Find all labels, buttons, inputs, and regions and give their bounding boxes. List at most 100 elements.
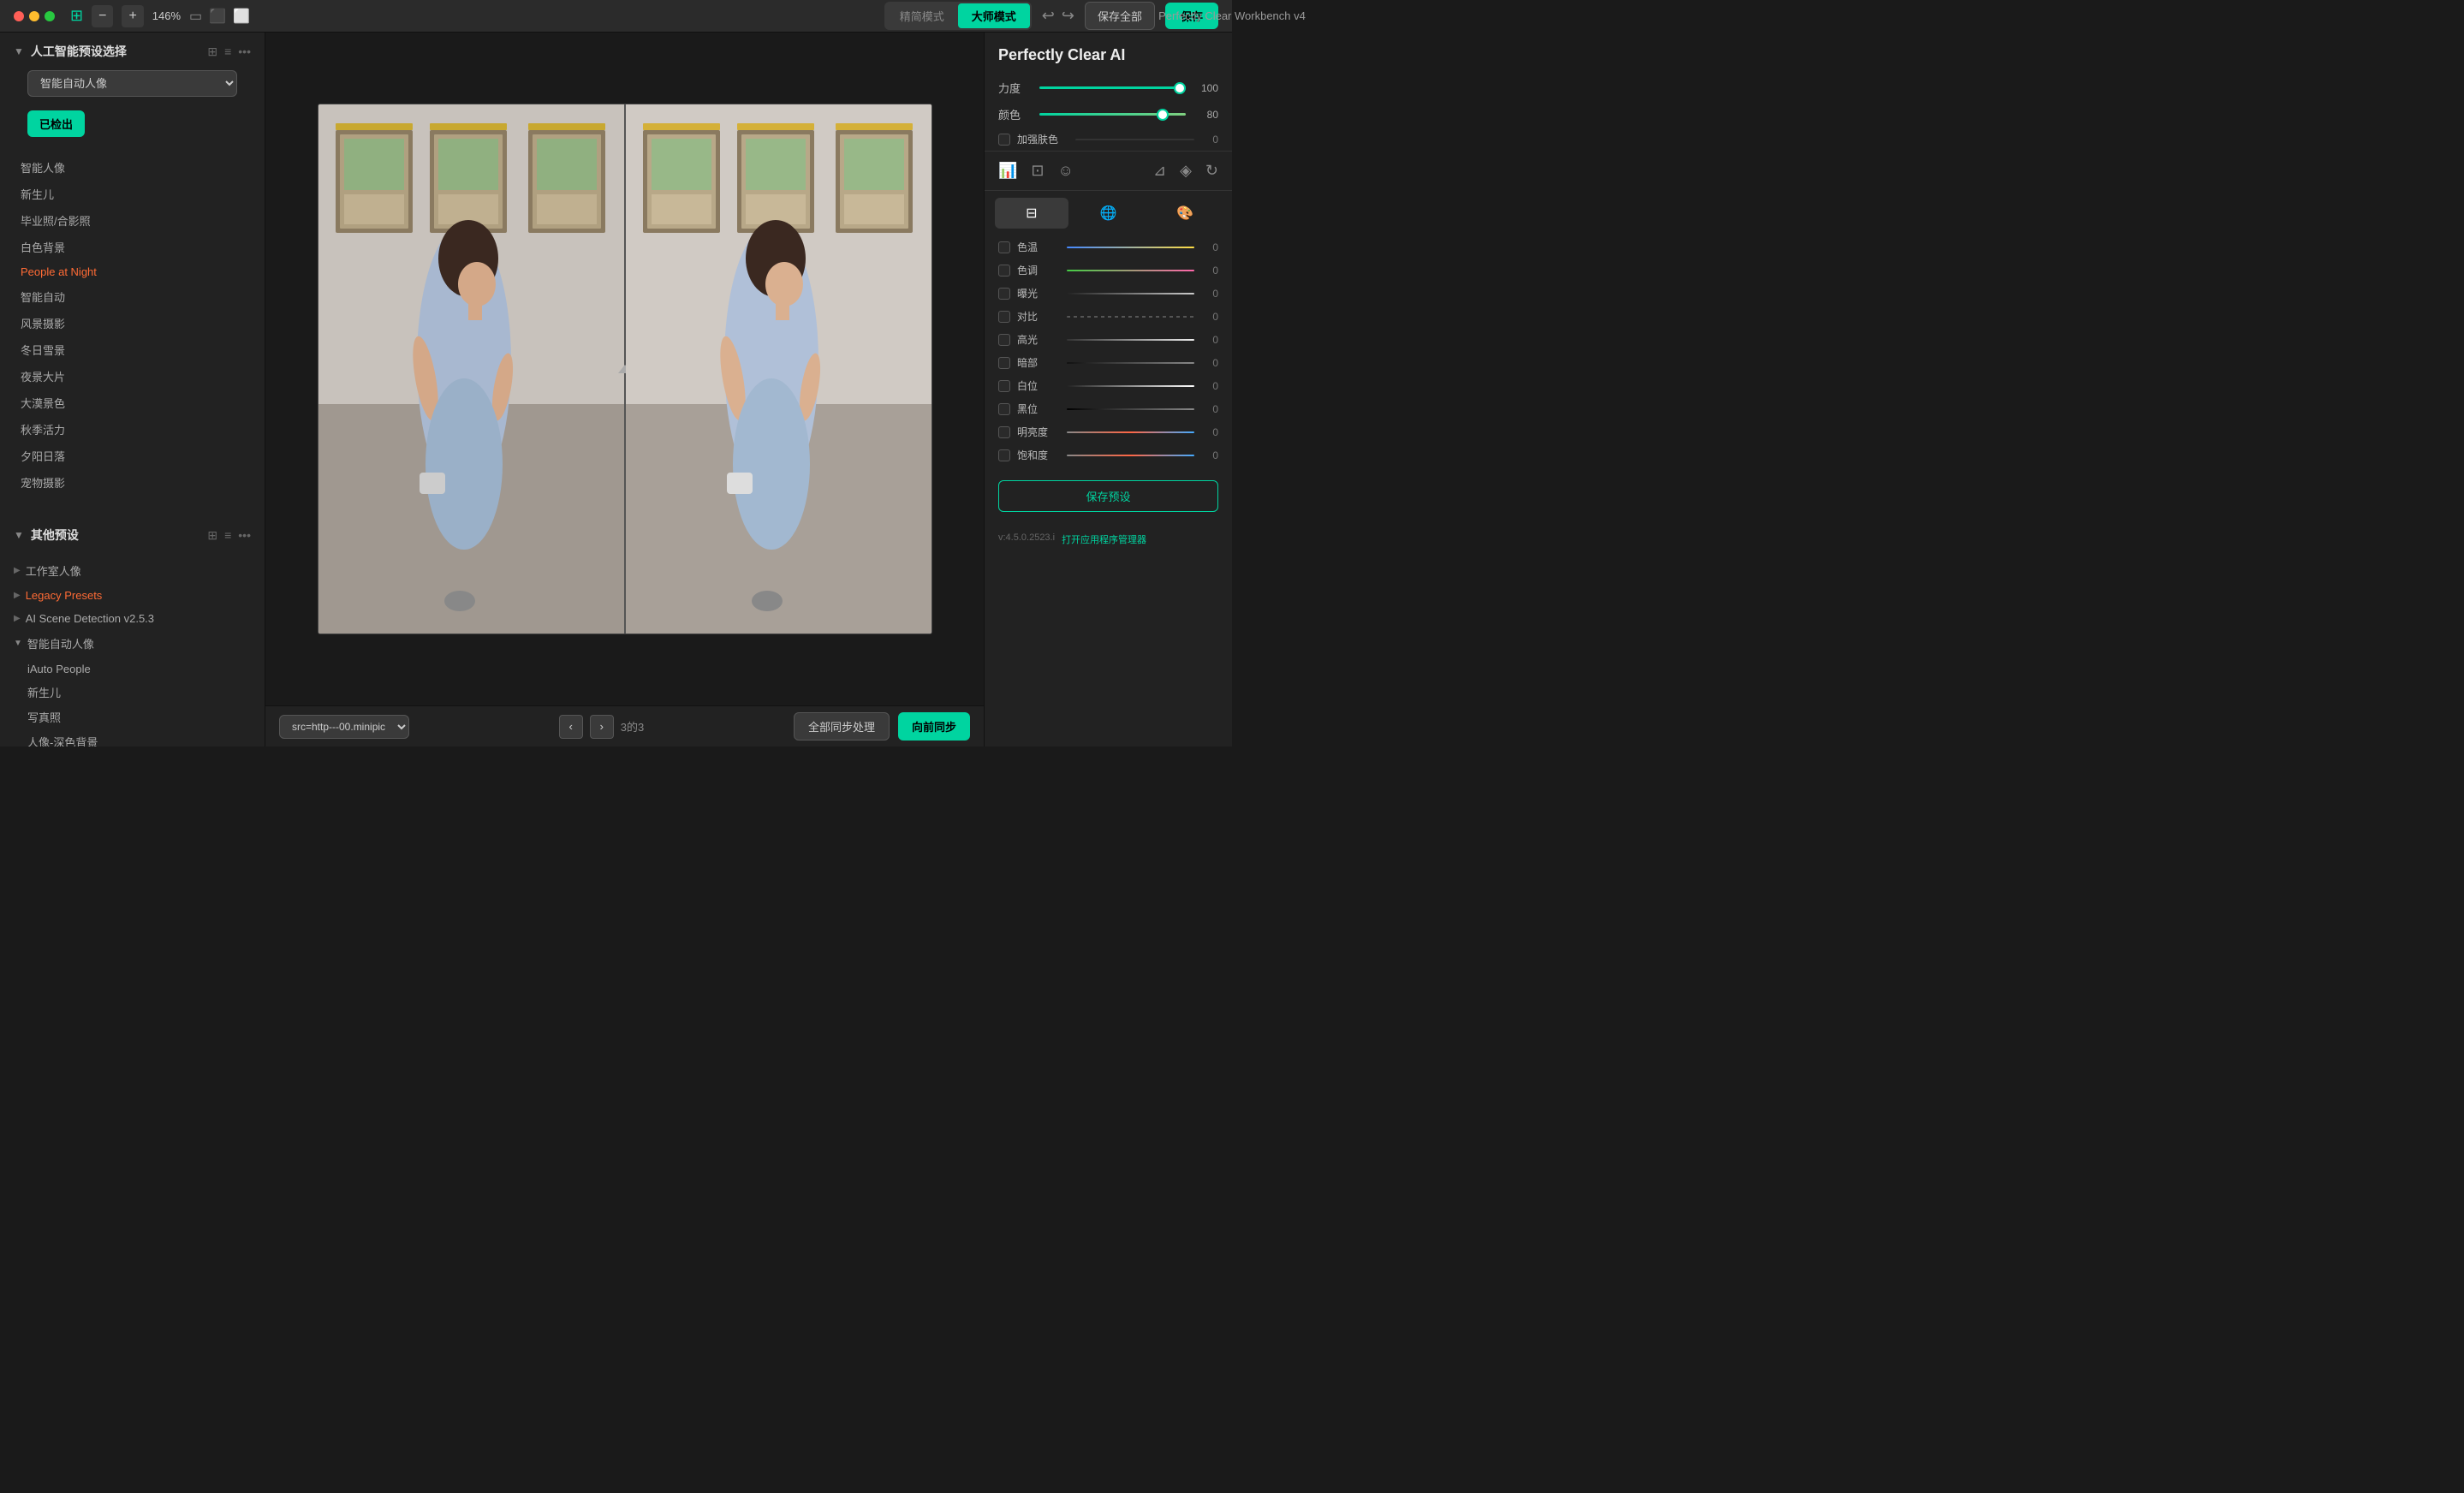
group-studio-portrait[interactable]: ▶ 工作室人像 bbox=[0, 557, 265, 584]
other-presets-list: ▶ 工作室人像 ▶ Legacy Presets ▶ AI Scene Dete… bbox=[0, 550, 265, 746]
tint-checkbox[interactable] bbox=[998, 265, 1010, 277]
other-grid-icon[interactable]: ⊞ bbox=[207, 528, 217, 543]
ai-section-icons: ⊞ ≡ ••• bbox=[207, 45, 251, 59]
strength-value: 100 bbox=[1193, 82, 1218, 94]
master-mode-button[interactable]: 大师模式 bbox=[958, 3, 1030, 28]
levels-icon[interactable]: 📊 bbox=[998, 162, 1017, 180]
sub-item-dark-bg[interactable]: 人像-深色背景 bbox=[0, 729, 265, 746]
temp-checkbox[interactable] bbox=[998, 241, 1010, 253]
redo-button[interactable]: ↪ bbox=[1062, 7, 1074, 25]
preset-item-sunset[interactable]: 夕阳日落 bbox=[0, 443, 265, 469]
zoom-in-button[interactable]: + bbox=[122, 5, 143, 27]
color-thumb[interactable] bbox=[1157, 109, 1169, 121]
preset-item-landscape[interactable]: 风景摄影 bbox=[0, 310, 265, 336]
preset-item-people-night[interactable]: People at Night bbox=[0, 260, 265, 283]
shadow-slider[interactable] bbox=[1067, 362, 1194, 364]
view-icons: ▭ ⬛ ⬜ bbox=[189, 8, 250, 25]
highlight-slider[interactable] bbox=[1067, 339, 1194, 341]
sync-forward-button[interactable]: 向前同步 bbox=[898, 712, 970, 741]
strength-slider[interactable] bbox=[1039, 86, 1186, 89]
preset-item-graduation[interactable]: 毕业照/合影照 bbox=[0, 207, 265, 234]
view-single-icon[interactable]: ▭ bbox=[189, 8, 202, 25]
expo-checkbox[interactable] bbox=[998, 288, 1010, 300]
preset-item-white-bg[interactable]: 白色背景 bbox=[0, 234, 265, 260]
highlight-checkbox[interactable] bbox=[998, 334, 1010, 346]
preset-item-newborn[interactable]: 新生儿 bbox=[0, 181, 265, 207]
grid-view-icon[interactable]: ⊞ bbox=[207, 45, 217, 59]
preset-item-smart-portrait[interactable]: 智能人像 bbox=[0, 154, 265, 181]
group-legacy-presets[interactable]: ▶ Legacy Presets bbox=[0, 584, 265, 607]
file-selector[interactable]: src=http---00.minipic bbox=[279, 715, 409, 739]
batch-sync-button[interactable]: 全部同步处理 bbox=[794, 712, 890, 741]
preset-item-pet[interactable]: 宠物摄影 bbox=[0, 469, 265, 496]
ai-section-header[interactable]: ▼ 人工智能预设选择 ⊞ ≡ ••• bbox=[0, 33, 265, 67]
black-slider[interactable] bbox=[1067, 408, 1194, 410]
contrast-slider[interactable] bbox=[1067, 316, 1194, 318]
title-bar: ⊞ − + 146% ▭ ⬛ ⬜ Perfectly Clear Workben… bbox=[0, 0, 1232, 33]
preset-item-snow[interactable]: 冬日雪景 bbox=[0, 336, 265, 363]
list-view-icon[interactable]: ≡ bbox=[224, 45, 231, 59]
enhance-skin-slider[interactable] bbox=[1075, 139, 1194, 140]
exposure-icon[interactable]: ⊿ bbox=[1153, 162, 1166, 180]
other-more-icon[interactable]: ••• bbox=[238, 528, 251, 543]
preset-item-autumn[interactable]: 秋季活力 bbox=[0, 416, 265, 443]
save-preset-button[interactable]: 保存预设 bbox=[998, 480, 1218, 512]
group-ai-scene[interactable]: ▶ AI Scene Detection v2.5.3 bbox=[0, 607, 265, 630]
undo-button[interactable]: ↩ bbox=[1042, 7, 1055, 25]
group-smart-auto-portrait[interactable]: ▼ 智能自动人像 bbox=[0, 630, 265, 657]
vibrance-checkbox[interactable] bbox=[998, 426, 1010, 438]
simple-mode-button[interactable]: 精简模式 bbox=[886, 3, 958, 28]
detected-button[interactable]: 已检出 bbox=[27, 110, 85, 137]
sub-item-portrait-photo[interactable]: 写真照 bbox=[0, 705, 265, 729]
minimize-button[interactable] bbox=[29, 11, 39, 21]
sub-item-iauto[interactable]: iAuto People bbox=[0, 658, 265, 680]
sat-checkbox[interactable] bbox=[998, 449, 1010, 461]
color-icon[interactable]: ◈ bbox=[1180, 162, 1192, 180]
face-icon[interactable]: ☺ bbox=[1058, 162, 1074, 180]
other-section-header[interactable]: ▼ 其他预设 ⊞ ≡ ••• bbox=[0, 516, 265, 550]
prev-page-button[interactable]: ‹ bbox=[559, 715, 583, 739]
preset-item-smart-auto[interactable]: 智能自动 bbox=[0, 283, 265, 310]
other-list-icon[interactable]: ≡ bbox=[224, 528, 231, 543]
view-split-icon[interactable]: ⬛ bbox=[209, 8, 226, 25]
black-checkbox[interactable] bbox=[998, 403, 1010, 415]
before-image bbox=[318, 104, 624, 633]
preset-item-desert[interactable]: 大漠景色 bbox=[0, 390, 265, 416]
sub-item-newborn[interactable]: 新生儿 bbox=[0, 680, 265, 705]
after-image-svg bbox=[626, 104, 931, 633]
tint-slider[interactable] bbox=[1067, 270, 1194, 271]
strength-slider-row: 力度 100 bbox=[985, 74, 1232, 101]
enhance-skin-label: 加强肤色 bbox=[1017, 132, 1068, 146]
app-manager-link[interactable]: 打开应用程序管理器 bbox=[1062, 532, 1146, 546]
white-slider[interactable] bbox=[1067, 385, 1194, 387]
preset-item-night[interactable]: 夜景大片 bbox=[0, 363, 265, 390]
color-value: 80 bbox=[1193, 109, 1218, 121]
shadow-checkbox[interactable] bbox=[998, 357, 1010, 369]
maximize-button[interactable] bbox=[45, 11, 55, 21]
view-grid-icon[interactable]: ⬜ bbox=[233, 8, 250, 25]
crop-icon[interactable]: ⊡ bbox=[1031, 162, 1044, 180]
white-checkbox[interactable] bbox=[998, 380, 1010, 392]
tab-sliders[interactable]: ⊟ bbox=[995, 198, 1068, 229]
temp-slider[interactable] bbox=[1067, 247, 1194, 248]
ai-section-header-left: ▼ 人工智能预设选择 bbox=[14, 43, 127, 60]
contrast-checkbox[interactable] bbox=[998, 311, 1010, 323]
tab-presets[interactable]: 🌐 bbox=[1072, 198, 1146, 229]
ai-preset-select[interactable]: 智能自动人像 bbox=[27, 70, 237, 97]
sat-slider[interactable] bbox=[1067, 455, 1194, 456]
zoom-out-button[interactable]: − bbox=[92, 5, 113, 27]
rotate-icon[interactable]: ↻ bbox=[1205, 162, 1218, 180]
more-options-icon[interactable]: ••• bbox=[238, 45, 251, 59]
save-all-button[interactable]: 保存全部 bbox=[1085, 2, 1155, 30]
strength-thumb[interactable] bbox=[1174, 82, 1186, 94]
vibrance-slider[interactable] bbox=[1067, 431, 1194, 433]
close-button[interactable] bbox=[14, 11, 24, 21]
enhance-skin-checkbox[interactable] bbox=[998, 134, 1010, 146]
expo-slider[interactable] bbox=[1067, 293, 1194, 294]
next-page-button[interactable]: › bbox=[590, 715, 614, 739]
black-label: 黑位 bbox=[1017, 402, 1060, 416]
left-icon-group: 📊 ⊡ ☺ bbox=[998, 162, 1074, 180]
color-slider[interactable] bbox=[1039, 113, 1186, 116]
right-icon-group: ⊿ ◈ ↻ bbox=[1153, 162, 1218, 180]
tab-effects[interactable]: 🎨 bbox=[1148, 198, 1222, 229]
